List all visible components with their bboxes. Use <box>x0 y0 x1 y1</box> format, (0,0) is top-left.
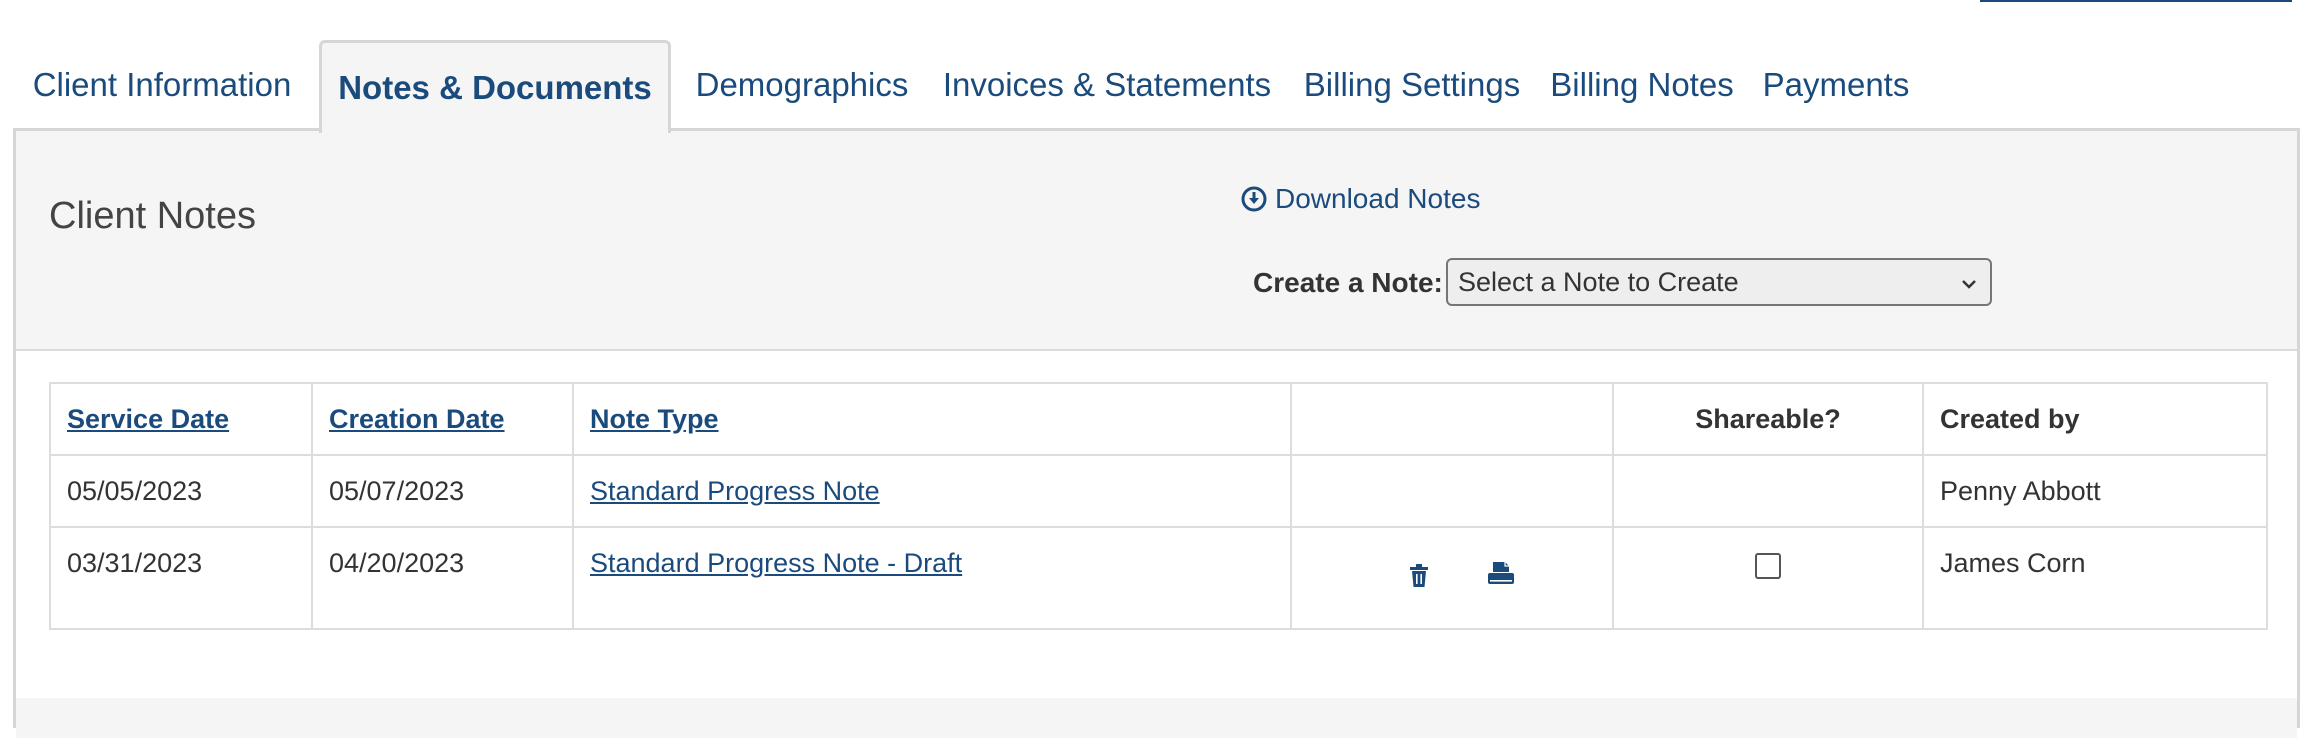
actions-cell <box>1290 454 1614 528</box>
download-circle-icon <box>1241 186 1267 212</box>
table-row: 03/31/2023 04/20/2023 Standard Progress … <box>49 526 2268 630</box>
trash-icon[interactable] <box>1408 563 1430 596</box>
header-actions <box>1290 382 1614 456</box>
chevron-down-icon <box>1960 271 1978 302</box>
tab-invoices-statements[interactable]: Invoices & Statements <box>932 40 1282 130</box>
download-notes-link[interactable]: Download Notes <box>1241 183 1480 215</box>
tab-bar: Client Information Notes & Documents Dem… <box>14 40 2300 133</box>
created-by-cell: Penny Abbott <box>1922 454 2268 528</box>
sort-note-type-link[interactable]: Note Type <box>590 404 719 434</box>
table-header-row: Service Date Creation Date Note Type Sha… <box>49 382 2268 456</box>
notes-table: Service Date Creation Date Note Type Sha… <box>49 382 2268 630</box>
creation-date-cell: 05/07/2023 <box>311 454 574 528</box>
tab-notes-documents[interactable]: Notes & Documents <box>319 40 671 133</box>
header-shareable: Shareable? <box>1612 382 1924 456</box>
create-note-label: Create a Note: <box>1253 267 1443 298</box>
panel-title: Client Notes <box>49 195 256 237</box>
note-link[interactable]: Standard Progress Note <box>590 476 880 506</box>
sort-creation-date-link[interactable]: Creation Date <box>329 404 505 434</box>
created-by-cell: James Corn <box>1922 526 2268 630</box>
tab-billing-notes[interactable]: Billing Notes <box>1541 40 1743 130</box>
note-type-select-value: Select a Note to Create <box>1458 266 1739 297</box>
tab-billing-settings[interactable]: Billing Settings <box>1285 40 1539 130</box>
tab-client-information[interactable]: Client Information <box>14 40 310 130</box>
header-creation-date[interactable]: Creation Date <box>311 382 574 456</box>
shareable-checkbox[interactable] <box>1755 553 1781 579</box>
sort-service-date-link[interactable]: Service Date <box>67 404 229 434</box>
panel-footer <box>16 698 2297 738</box>
shareable-cell <box>1612 454 1924 528</box>
header-note-type[interactable]: Note Type <box>572 382 1292 456</box>
panel-header: Client Notes Download Notes Create a Not… <box>16 131 2297 351</box>
download-notes-label: Download Notes <box>1275 183 1481 214</box>
note-type-cell: Standard Progress Note - Draft <box>572 526 1292 630</box>
notes-panel: Client Notes Download Notes Create a Not… <box>13 128 2300 738</box>
actions-cell <box>1290 526 1614 630</box>
print-icon[interactable] <box>1486 561 1516 594</box>
header-service-date[interactable]: Service Date <box>49 382 313 456</box>
note-type-select[interactable]: Select a Note to Create <box>1446 258 1992 306</box>
service-date-cell: 05/05/2023 <box>49 454 313 528</box>
service-date-cell: 03/31/2023 <box>49 526 313 630</box>
note-link[interactable]: Standard Progress Note - Draft <box>590 548 962 578</box>
tab-payments[interactable]: Payments <box>1746 40 1926 130</box>
header-created-by: Created by <box>1922 382 2268 456</box>
note-type-cell: Standard Progress Note <box>572 454 1292 528</box>
table-row: 05/05/2023 05/07/2023 Standard Progress … <box>49 454 2268 528</box>
creation-date-cell: 04/20/2023 <box>311 526 574 630</box>
tab-demographics[interactable]: Demographics <box>674 40 930 130</box>
top-link-underline[interactable] <box>1980 0 2292 5</box>
shareable-cell <box>1612 526 1924 630</box>
